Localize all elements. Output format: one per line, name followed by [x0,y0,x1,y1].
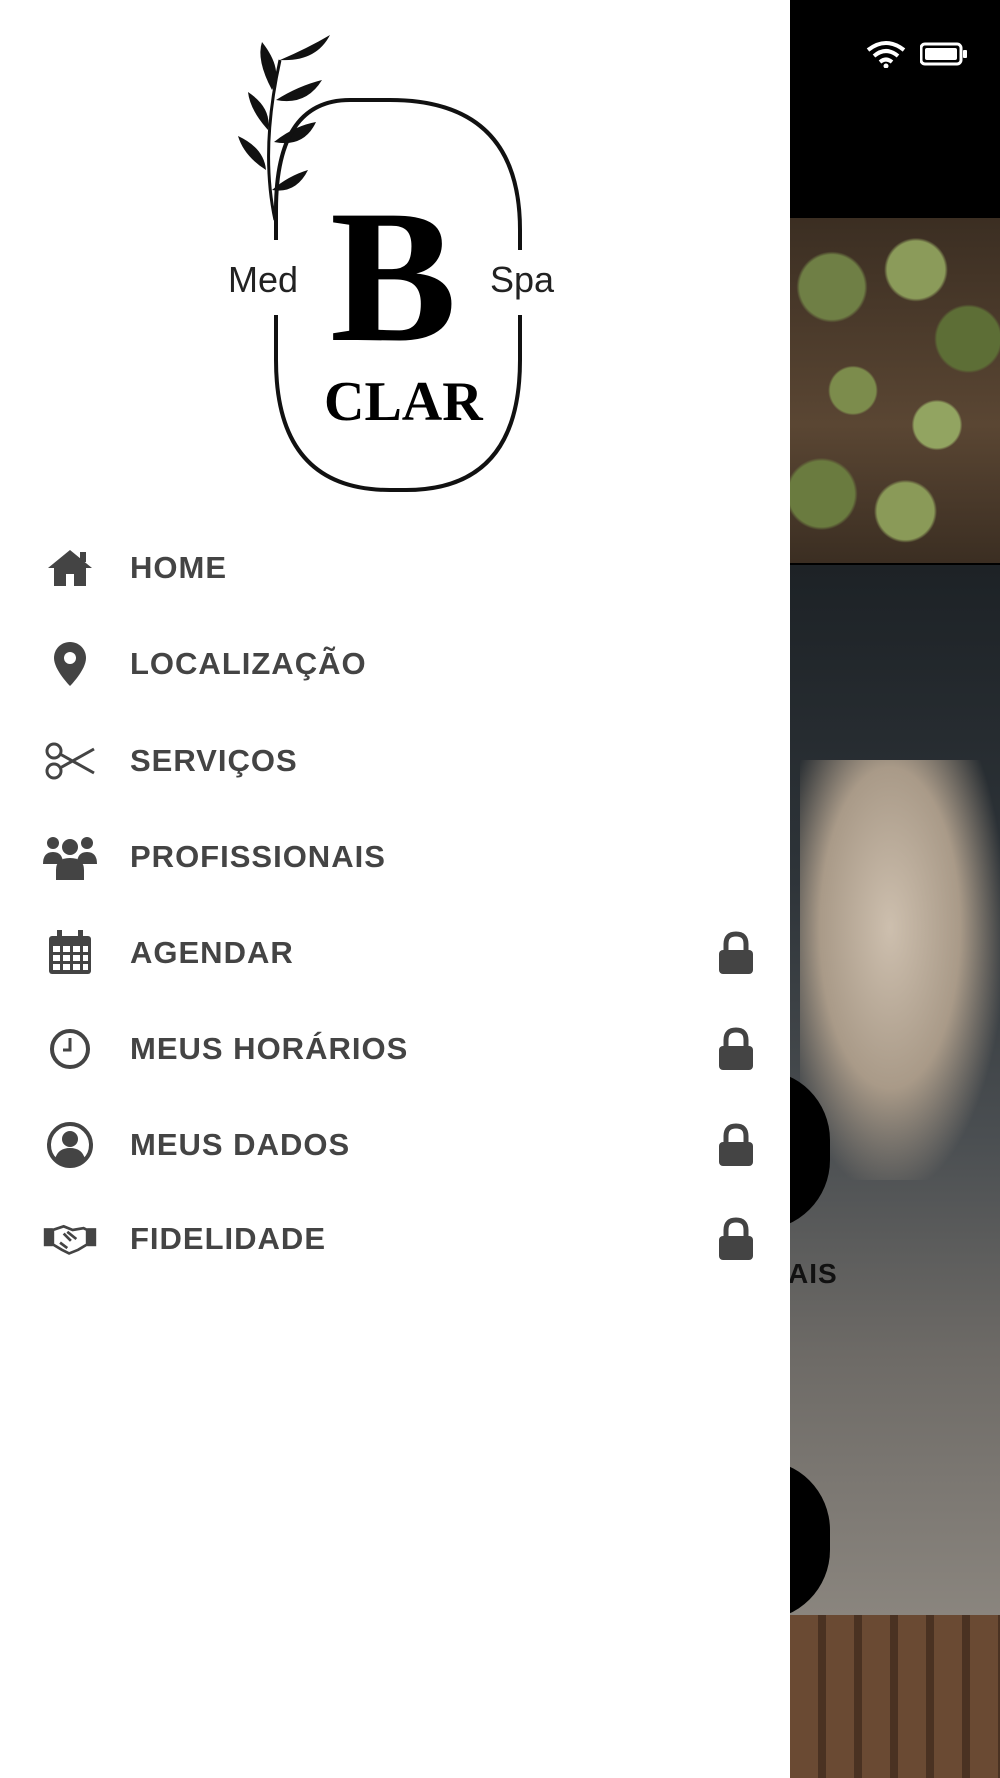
spa-hero-face [800,760,1000,1180]
clock-icon [42,1025,98,1073]
calendar-icon [42,929,98,977]
menu-item-agendar[interactable]: AGENDAR [0,913,790,993]
ivy-banner-image [790,218,1000,563]
menu-item-servicos[interactable]: SERVIÇOS [0,721,790,801]
menu-item-label: SERVIÇOS [130,743,298,778]
menu-item-profissionais[interactable]: PROFISSIONAIS [0,817,790,897]
wifi-icon [866,41,906,68]
lock-icon [719,1027,753,1070]
menu-item-meus-horarios[interactable]: MEUS HORÁRIOS [0,1009,790,1089]
menu-item-label: PROFISSIONAIS [130,839,386,874]
menu-item-meus-dados[interactable]: MEUS DADOS [0,1105,790,1185]
users-group-icon [42,833,98,881]
menu-item-label: MEUS HORÁRIOS [130,1031,409,1066]
logo-monogram: B [330,172,457,382]
partial-label: AIS [788,1258,838,1289]
menu-item-label: AGENDAR [130,935,294,970]
battery-icon [920,42,967,66]
brand-logo: Med Spa B CLAR [228,35,555,492]
menu-item-label: LOCALIZAÇÃO [130,646,367,681]
menu-item-label: HOME [130,550,227,585]
menu-item-label: FIDELIDADE [130,1221,326,1256]
home-icon [42,544,98,592]
navigation-drawer: Med Spa B CLAR HOME LOCALIZAÇÃO SERVIÇOS… [0,0,790,1778]
lock-icon [719,931,753,974]
logo-spa-text: Spa [490,259,555,300]
menu-item-home[interactable]: HOME [0,528,790,608]
lock-icon [719,1123,753,1166]
menu-item-label: MEUS DADOS [130,1127,351,1162]
menu-item-fidelidade[interactable]: FIDELIDADE [0,1199,790,1279]
scissors-icon [42,737,98,785]
wood-image [790,1615,1000,1778]
lock-icon [719,1217,753,1260]
menu-item-localizacao[interactable]: LOCALIZAÇÃO [0,624,790,704]
logo-name: CLAR [324,371,483,433]
location-pin-icon [42,640,98,688]
leaf-branch-icon [238,35,330,221]
handshake-icon [42,1215,98,1263]
status-bar [790,36,1000,72]
logo-med-text: Med [228,259,298,300]
user-circle-icon [42,1121,98,1169]
